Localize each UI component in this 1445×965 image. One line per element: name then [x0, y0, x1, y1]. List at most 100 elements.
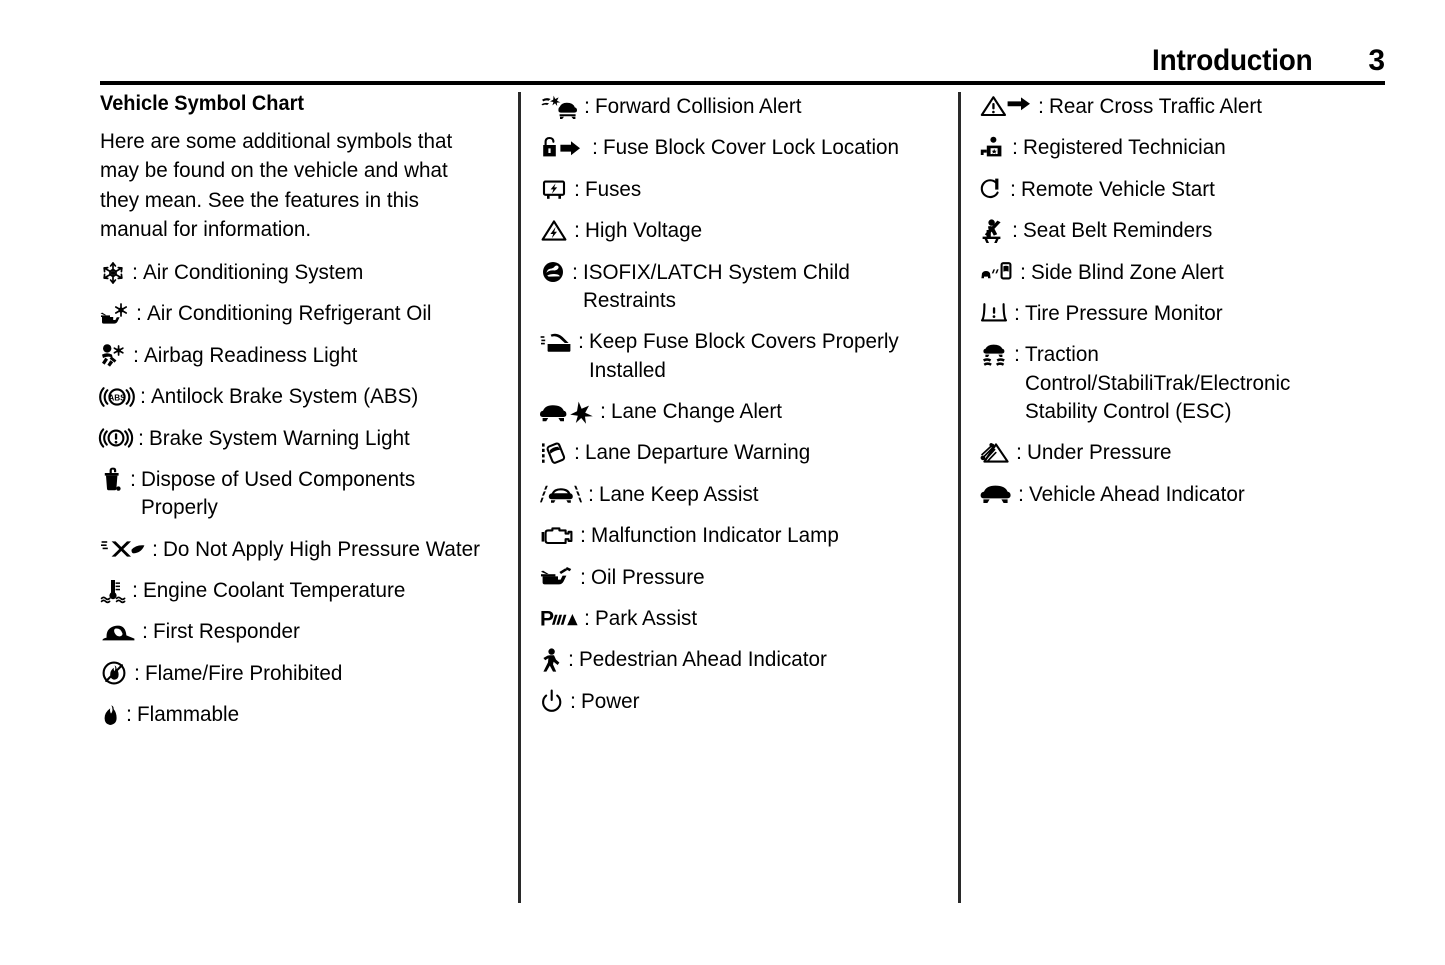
no-flame-icon	[100, 660, 128, 687]
symbol-entry: : Lane Departure Warning	[540, 438, 938, 466]
rear-cross-traffic-alert-icon	[980, 93, 1032, 120]
park-assist-icon: P	[540, 605, 578, 632]
symbol-entry: : Airbag Readiness Light	[100, 341, 498, 369]
entry-label: Forward Collision Alert	[594, 94, 802, 118]
entry-label: Vehicle Ahead Indicator	[1028, 481, 1245, 506]
entry-separator: :	[578, 329, 584, 354]
oil-pressure-icon	[540, 564, 574, 591]
symbol-entry: : Forward Collision Alert	[540, 92, 938, 120]
snowflake-icon	[100, 259, 126, 286]
entry-separator: :	[1016, 440, 1022, 465]
entry-label: Lane Departure Warning	[584, 440, 811, 465]
symbol-entry: : Fuse Block Cover Lock Location	[540, 133, 938, 161]
entry-label: Brake System Warning Light	[148, 425, 410, 450]
column-divider-1	[518, 92, 521, 903]
entry-separator: :	[1014, 342, 1020, 367]
entry-separator: :	[1010, 176, 1016, 201]
tire-pressure-monitor-icon	[980, 300, 1008, 327]
entry-label: Oil Pressure	[590, 564, 705, 589]
entry-separator: :	[600, 399, 606, 423]
entry-separator: :	[1012, 218, 1018, 243]
symbol-entry: : Side Blind Zone Alert	[980, 258, 1382, 286]
svg-text:ABS: ABS	[108, 393, 126, 402]
symbol-entry: : Remote Vehicle Start	[980, 175, 1382, 203]
entry-separator: :	[580, 564, 586, 589]
entry-label: Pedestrian Ahead Indicator	[578, 647, 827, 672]
symbol-entry: : Engine Coolant Temperature	[100, 576, 498, 604]
entry-label: Keep Fuse Block Covers Properly Installe…	[588, 329, 899, 382]
symbol-entry: : Air Conditioning Refrigerant Oil	[100, 299, 498, 327]
entry-label: High Voltage	[584, 218, 703, 243]
symbol-entry: : Flame/Fire Prohibited	[100, 659, 498, 687]
entry-separator: :	[584, 605, 590, 630]
symbol-entry: : Keep Fuse Block Covers Properly Instal…	[540, 327, 938, 384]
vehicle-ahead-indicator-icon	[980, 481, 1012, 508]
entry-separator: :	[133, 342, 139, 367]
page-header: Introduction 3	[100, 44, 1385, 78]
first-responder-icon	[100, 618, 136, 645]
symbol-entry: : Malfunction Indicator Lamp	[540, 521, 938, 549]
entry-label: Airbag Readiness Light	[143, 342, 358, 367]
lane-change-alert-icon	[540, 398, 594, 425]
entry-label: Rear Cross Traffic Alert	[1048, 94, 1262, 118]
malfunction-indicator-icon	[540, 522, 574, 549]
forward-collision-alert-icon	[540, 93, 578, 120]
pedestrian-ahead-icon	[540, 646, 562, 673]
symbol-entry: : Air Conditioning System	[100, 258, 498, 286]
symbol-entry: : Power	[540, 687, 938, 715]
entry-label: Air Conditioning Refrigerant Oil	[146, 301, 432, 326]
symbol-entry: : Seat Belt Reminders	[980, 216, 1382, 244]
entry-separator: :	[592, 135, 598, 160]
entry-label: Air Conditioning System	[142, 260, 364, 285]
flammable-icon	[100, 701, 120, 728]
entry-separator: :	[574, 440, 580, 465]
entry-label: Malfunction Indicator Lamp	[590, 523, 839, 548]
entry-separator: :	[152, 536, 158, 561]
symbol-entry: : ISOFIX/LATCH System Child Restraints	[540, 258, 938, 315]
entry-label: Antilock Brake System (ABS)	[150, 384, 419, 409]
entry-label: Traction Control/StabiliTrak/Electronic …	[1024, 342, 1291, 423]
entry-label: Remote Vehicle Start	[1020, 176, 1215, 201]
entry-separator: :	[570, 688, 576, 713]
high-voltage-icon	[540, 217, 568, 244]
abs-icon: ABS	[99, 383, 135, 410]
entry-separator: :	[132, 578, 138, 603]
entry-label: Do Not Apply High Pressure Water	[162, 536, 480, 561]
symbol-entry: : First Responder	[100, 617, 498, 645]
lane-keep-assist-icon	[540, 481, 582, 508]
entry-label: ISOFIX/LATCH System Child Restraints	[582, 259, 850, 312]
entry-separator: :	[572, 259, 578, 284]
symbol-entry: : Do Not Apply High Pressure Water	[100, 535, 498, 563]
side-blind-zone-alert-icon	[980, 259, 1014, 286]
entry-label: Fuse Block Cover Lock Location	[602, 135, 899, 160]
fuse-block-lock-icon	[540, 134, 586, 161]
fuses-icon	[540, 176, 568, 203]
entry-label: Registered Technician	[1022, 135, 1226, 160]
entry-label: Tire Pressure Monitor	[1024, 300, 1223, 325]
entry-separator: :	[580, 523, 586, 548]
entry-label: Fuses	[584, 176, 642, 201]
symbol-entry: P : Park Assist	[540, 604, 938, 632]
symbol-entry: : Registered Technician	[980, 133, 1382, 161]
entry-separator: :	[588, 481, 594, 506]
entry-separator: :	[1020, 259, 1026, 284]
section-intro: Here are some additional symbols that ma…	[100, 129, 453, 241]
header-rule	[100, 81, 1385, 85]
entry-label: Power	[580, 688, 640, 713]
entry-label: Dispose of Used Components Properly	[140, 466, 416, 520]
symbol-entry: : Rear Cross Traffic Alert	[980, 92, 1382, 120]
entry-label: Engine Coolant Temperature	[142, 578, 406, 603]
symbol-entry: : Fuses	[540, 175, 938, 203]
entry-separator: :	[584, 94, 590, 118]
power-icon	[540, 688, 564, 715]
entry-separator: :	[138, 425, 144, 450]
entry-label: Side Blind Zone Alert	[1030, 259, 1224, 284]
brake-warning-icon	[98, 425, 134, 452]
entry-label: Lane Keep Assist	[598, 481, 759, 506]
symbol-entry: : Pedestrian Ahead Indicator	[540, 645, 938, 673]
entry-separator: :	[568, 647, 574, 672]
traction-control-icon	[980, 341, 1008, 368]
column-2: : Forward Collision Alert : Fuse Block C…	[540, 92, 938, 728]
entry-label: Flame/Fire Prohibited	[144, 660, 343, 685]
no-high-pressure-water-icon	[100, 536, 146, 563]
